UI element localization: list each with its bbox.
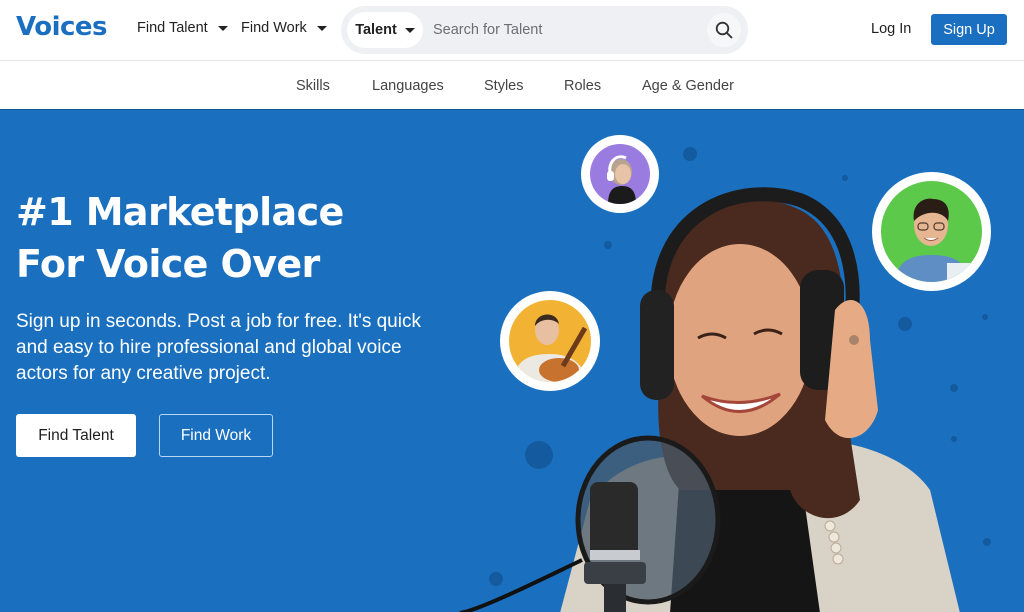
hero-title-line1: #1 Marketplace <box>16 190 344 234</box>
search-scope-dropdown[interactable]: Talent <box>347 12 423 48</box>
hero-section: #1 Marketplace For Voice Over Sign up in… <box>0 109 1024 612</box>
nav-find-work-dropdown[interactable]: Find Work <box>241 20 327 36</box>
search-button[interactable] <box>707 13 741 47</box>
nav-find-talent-dropdown[interactable]: Find Talent <box>137 20 228 36</box>
search-bar: Talent <box>341 6 748 54</box>
subnav-item-age-gender[interactable]: Age & Gender <box>642 78 734 94</box>
search-scope-label: Talent <box>355 22 397 38</box>
nav-find-talent-label: Find Talent <box>137 20 208 36</box>
category-subnav: Skills Languages Styles Roles Age & Gend… <box>0 61 1024 109</box>
subnav-item-skills[interactable]: Skills <box>296 78 330 94</box>
voices-logo[interactable]: Voices <box>16 12 108 42</box>
search-icon <box>715 21 733 39</box>
subnav-item-languages[interactable]: Languages <box>372 78 444 94</box>
find-work-button[interactable]: Find Work <box>159 414 273 457</box>
find-talent-button[interactable]: Find Talent <box>16 414 136 457</box>
hero-voice-actor-photo <box>459 187 960 612</box>
search-input[interactable] <box>433 16 703 44</box>
caret-down-icon <box>404 27 415 33</box>
login-link[interactable]: Log In <box>871 21 911 37</box>
decorative-dot <box>683 147 697 161</box>
caret-down-icon <box>217 25 228 31</box>
hero-title: #1 Marketplace For Voice Over <box>16 186 344 290</box>
top-header: Voices Find Talent Find Work Talent Log … <box>0 0 1024 61</box>
nav-find-work-label: Find Work <box>241 20 307 36</box>
hero-subtitle: Sign up in seconds. Post a job for free.… <box>16 311 421 384</box>
subnav-item-styles[interactable]: Styles <box>484 78 524 94</box>
hero-title-line2: For Voice Over <box>16 242 320 286</box>
caret-down-icon <box>316 25 327 31</box>
signup-button[interactable]: Sign Up <box>931 14 1007 45</box>
subnav-item-roles[interactable]: Roles <box>564 78 601 94</box>
